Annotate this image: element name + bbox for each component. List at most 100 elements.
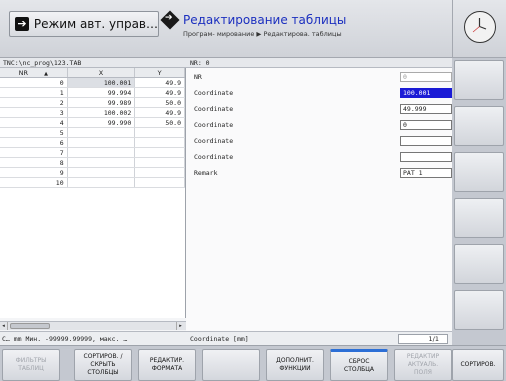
form-row: Coordinate [194,136,452,146]
table-header: NR ▲ X Y [0,68,186,78]
field-label: Coordinate [194,153,234,161]
coordinate-y-field[interactable]: 49.999 [400,104,452,114]
cell-x[interactable]: 99.989 [68,98,136,107]
cell-y[interactable]: 50.0 [135,98,185,107]
softkey-edit-current-field[interactable]: РЕДАКТИР АКТУАЛЬ. ПОЛЯ [394,349,452,381]
page-indicator: 1/1 [398,334,448,344]
edit-title: Редактирование таблицы [183,13,347,27]
cell-x[interactable] [68,148,136,157]
cell-nr[interactable]: 0 [0,78,68,87]
cell-x[interactable]: 99.994 [68,88,136,97]
cell-y[interactable]: 49.9 [135,88,185,97]
coordinate-field[interactable] [400,152,452,162]
cell-y[interactable] [135,148,185,157]
cell-x[interactable] [68,138,136,147]
cell-nr[interactable]: 9 [0,168,68,177]
cell-y[interactable]: 49.9 [135,78,185,87]
cell-y[interactable] [135,168,185,177]
softkey-table-filters[interactable]: ФИЛЬТРЫ ТАБЛИЦ [2,349,60,381]
cell-y[interactable] [135,128,185,137]
clock-icon [464,11,496,43]
cell-y[interactable] [135,158,185,167]
softkey-sort-hide-columns[interactable]: СОРТИРОВ. / СКРЫТЬ СТОЛБЦЫ [74,349,132,381]
field-label: Coordinate [194,89,234,97]
cell-x[interactable]: 100.001 [67,78,136,87]
form-title: NR: 0 [186,58,452,68]
table-row[interactable]: 8 [0,158,185,168]
programming-mode-tab[interactable]: ➔ Редактирование таблицы Програм- мирова… [160,10,446,49]
softkey-sort[interactable]: СОРТИРОВ. [452,349,504,381]
table-row[interactable]: 5 [0,128,185,138]
machine-mode-icon: ➔ [15,17,29,31]
cell-nr[interactable]: 2 [0,98,68,107]
softkey-edit-format[interactable]: РЕДАКТИР. ФОРМАТА [138,349,196,381]
vertical-softkey[interactable] [454,198,504,238]
cell-nr[interactable]: 1 [0,88,68,97]
vertical-softkey[interactable] [454,244,504,284]
table-row[interactable]: 0 100.001 49.9 [0,78,185,88]
table-row[interactable]: 2 99.989 50.0 [0,98,185,108]
vertical-softkey-bar [452,58,506,345]
cell-x[interactable]: 100.002 [68,108,136,117]
vertical-softkey[interactable] [454,290,504,330]
table-row[interactable]: 4 99.990 50.0 [0,118,185,128]
cell-y[interactable] [135,178,185,187]
cell-x[interactable] [68,168,136,177]
scroll-thumb[interactable] [10,323,50,329]
table-row[interactable]: 3 100.002 49.9 [0,108,185,118]
cell-x[interactable] [68,158,136,167]
vertical-softkey[interactable] [454,60,504,100]
coordinate-field[interactable] [400,136,452,146]
table-row[interactable]: 10 [0,178,185,188]
table-body: 0 100.001 49.9 1 99.994 49.9 2 99.989 50.0 3 100.0… [0,78,185,188]
cell-nr[interactable]: 6 [0,138,68,147]
main-area: TNC:\nc_prog\123.TAB NR ▲ X Y 0 100.001 49… [0,58,452,345]
cell-y[interactable]: 49.9 [135,108,185,117]
table-row[interactable]: 6 [0,138,185,148]
mode-title: Режим авт. управ… [33,17,158,31]
softkey-additional-functions[interactable]: ДОПОЛНИТ. ФУНКЦИИ [266,349,324,381]
softkey-reset-column[interactable]: СБРОС СТОЛБЦА [330,349,388,381]
cell-nr[interactable]: 10 [0,178,68,187]
vertical-softkey[interactable] [454,106,504,146]
header-bar: ➔ Режим авт. управ… ➔ Редактирование таб… [0,0,452,58]
record-form: NR 0 Coordinate 100.001 Coordinate 49.99… [186,68,452,331]
form-row: Coordinate [194,152,452,162]
column-header-x[interactable]: X [68,68,136,77]
scroll-right-icon[interactable]: ▸ [176,322,184,330]
cell-nr[interactable]: 7 [0,148,68,157]
coordinate-z-field[interactable]: 0 [400,120,452,130]
cell-x[interactable]: 99.990 [68,118,136,127]
table-row[interactable]: 7 [0,148,185,158]
field-label: Coordinate [194,121,234,129]
cell-y[interactable] [135,138,185,147]
cell-x[interactable] [68,128,136,137]
operating-mode-tab[interactable]: ➔ Режим авт. управ… [9,11,159,37]
coordinate-x-field[interactable]: 100.001 [400,88,452,98]
sort-ascending-icon: ▲ [44,71,48,77]
page-number: 1/1 [428,335,439,343]
table-row[interactable]: 1 99.994 49.9 [0,88,185,98]
field-label: Remark [194,169,218,177]
file-path: TNC:\nc_prog\123.TAB [0,58,186,68]
cell-nr[interactable]: 8 [0,158,68,167]
column-header-nr[interactable]: NR ▲ [0,68,68,77]
horizontal-scrollbar[interactable]: ◂ ▸ [0,321,186,330]
form-row: Coordinate 49.999 [194,104,452,114]
softkey-empty[interactable] [202,349,260,381]
cell-y[interactable]: 50.0 [135,118,185,127]
column-header-y[interactable]: Y [135,68,186,77]
cell-nr[interactable]: 3 [0,108,68,117]
nr-field: 0 [400,72,452,82]
field-label: Coordinate [194,105,234,113]
cell-x[interactable] [68,178,136,187]
field-label: NR [194,73,202,81]
tool-table[interactable]: NR ▲ X Y 0 100.001 49.9 1 99.994 49.9 2 99.989 5… [0,68,186,318]
table-row[interactable]: 9 [0,168,185,178]
scroll-left-icon[interactable]: ◂ [0,322,8,330]
vertical-softkey[interactable] [454,152,504,192]
cell-nr[interactable]: 5 [0,128,68,137]
cell-nr[interactable]: 4 [0,118,68,127]
edit-arrow-icon: ➔ [165,13,173,23]
remark-field[interactable]: PAT 1 [400,168,452,178]
